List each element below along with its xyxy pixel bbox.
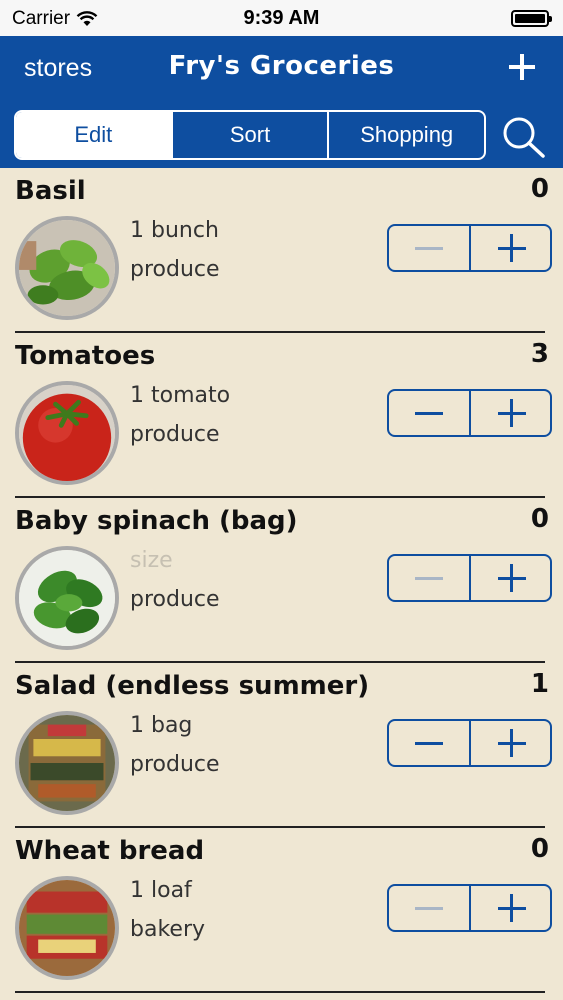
increment-button[interactable] [471,721,551,765]
item-count: 1 [530,669,549,699]
quantity-stepper [387,884,552,932]
item-quantity[interactable]: 1 bag [130,713,192,738]
bread-photo [15,876,119,980]
list-item[interactable]: Basil 0 1 bunch produce [0,168,563,333]
segment-sort[interactable]: Sort [173,112,330,158]
item-category[interactable]: produce [130,587,220,612]
status-time: 9:39 AM [243,7,320,29]
item-name: Tomatoes [15,341,156,371]
item-category[interactable]: produce [130,257,220,282]
quantity-stepper [387,224,552,272]
item-name: Wheat bread [15,836,205,866]
basil-photo [15,216,119,320]
item-name: Baby spinach (bag) [15,506,298,536]
item-quantity[interactable]: 1 bunch [130,218,219,243]
item-quantity[interactable]: size [130,548,173,573]
decrement-button[interactable] [389,391,471,435]
item-category[interactable]: produce [130,422,220,447]
battery-icon [511,10,552,27]
item-quantity[interactable]: 1 tomato [130,383,230,408]
increment-button[interactable] [471,226,551,270]
status-bar: Carrier 9:39 AM [0,0,563,36]
list-item[interactable]: Wheat bread 0 1 loaf bakery [0,828,563,993]
decrement-button[interactable] [389,226,471,270]
row-divider [15,991,545,993]
decrement-button[interactable] [389,556,471,600]
quantity-stepper [387,719,552,767]
salad-photo [15,711,119,815]
decrement-button[interactable] [389,886,471,930]
spinach-photo [15,546,119,650]
navigation-bar: stores Fry's Groceries Edit Sort Shoppin… [0,36,563,168]
page-title: Fry's Groceries [168,51,395,81]
grocery-list: Basil 0 1 bunch produce Tomatoes 3 1 tom… [0,168,563,993]
increment-button[interactable] [471,391,551,435]
item-count: 0 [530,504,549,534]
item-category[interactable]: bakery [130,917,205,942]
item-quantity[interactable]: 1 loaf [130,878,192,903]
search-icon[interactable] [500,114,548,160]
decrement-button[interactable] [389,721,471,765]
quantity-stepper [387,554,552,602]
list-item[interactable]: Salad (endless summer) 1 1 bag produce [0,663,563,828]
plus-icon[interactable] [509,54,535,80]
increment-button[interactable] [471,556,551,600]
segment-edit[interactable]: Edit [16,112,173,158]
increment-button[interactable] [471,886,551,930]
segment-shopping[interactable]: Shopping [329,112,484,158]
item-count: 0 [530,834,549,864]
item-name: Salad (endless summer) [15,671,370,701]
mode-segmented-control: Edit Sort Shopping [14,110,486,160]
list-item[interactable]: Tomatoes 3 1 tomato produce [0,333,563,498]
item-count: 3 [530,339,549,369]
tomato-photo [15,381,119,485]
item-name: Basil [15,176,86,206]
quantity-stepper [387,389,552,437]
item-count: 0 [530,174,549,204]
list-item[interactable]: Baby spinach (bag) 0 size produce [0,498,563,663]
item-category[interactable]: produce [130,752,220,777]
